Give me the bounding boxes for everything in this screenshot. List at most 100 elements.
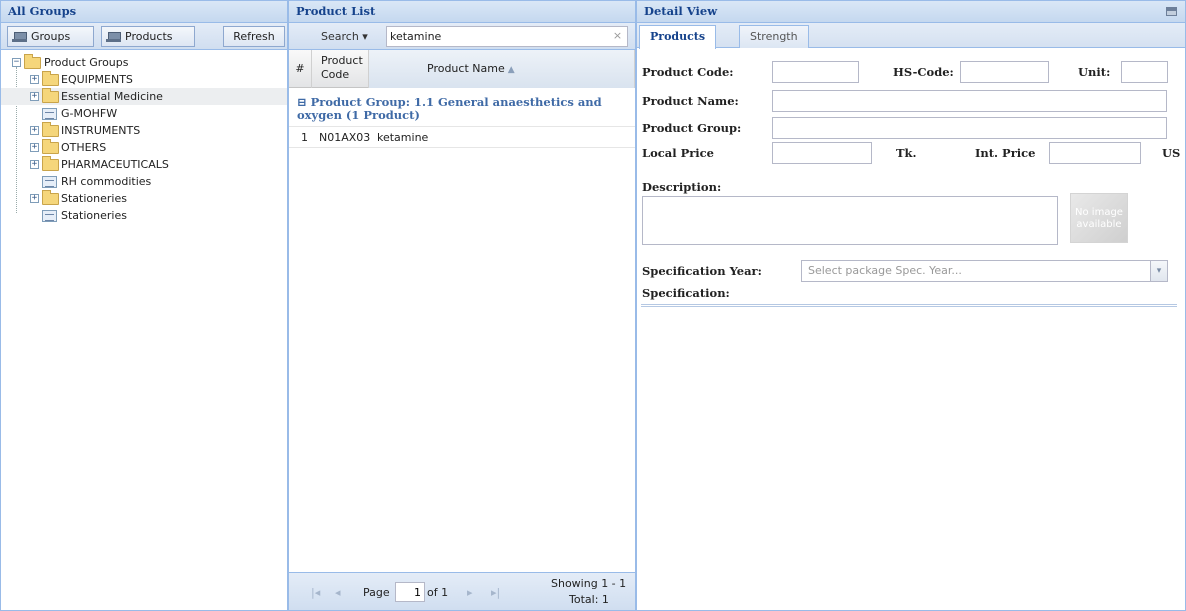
computer-icon bbox=[106, 32, 121, 42]
product-list-panel: Product List Search ▾ × # Product Code P… bbox=[288, 0, 636, 611]
tree-item-label: Stationeries bbox=[61, 209, 127, 222]
us-label: US bbox=[1162, 146, 1181, 160]
col-header-num[interactable]: # bbox=[289, 50, 312, 88]
description-textarea[interactable] bbox=[642, 196, 1058, 245]
folder-icon bbox=[42, 88, 59, 103]
specification-editor[interactable] bbox=[641, 304, 1177, 604]
expand-icon[interactable]: + bbox=[30, 160, 39, 169]
product-grid-header: # Product Code Product Name ▲ bbox=[289, 50, 635, 88]
product-group-field[interactable] bbox=[772, 117, 1167, 139]
detail-tabs: Products Strength bbox=[637, 23, 1185, 49]
int-price-label: Int. Price bbox=[975, 146, 1036, 160]
local-price-label: Local Price bbox=[642, 146, 714, 160]
next-page-icon[interactable]: ▸ bbox=[467, 586, 473, 599]
product-name-field[interactable] bbox=[772, 90, 1167, 112]
refresh-button[interactable]: Refresh bbox=[223, 26, 285, 47]
hs-code-label: HS-Code: bbox=[893, 65, 954, 79]
product-code-field[interactable] bbox=[772, 61, 859, 83]
tree-item-label: RH commodities bbox=[61, 175, 152, 188]
page-label: Page bbox=[363, 586, 390, 599]
products-button[interactable]: Products bbox=[101, 26, 195, 47]
minimize-icon[interactable] bbox=[1166, 7, 1177, 16]
col-header-product-code[interactable]: Product Code bbox=[312, 50, 369, 88]
page-number-input[interactable] bbox=[395, 582, 425, 602]
groups-toolbar: Groups Products Refresh bbox=[1, 23, 287, 50]
product-name-label: Product Name: bbox=[642, 94, 739, 108]
computer-icon bbox=[12, 32, 27, 42]
unit-label: Unit: bbox=[1078, 65, 1111, 79]
sort-ascending-icon: ▲ bbox=[507, 65, 515, 75]
tree-root[interactable]: − Product Groups bbox=[1, 54, 287, 71]
tree-item-stationeries-leaf[interactable]: Stationeries bbox=[1, 207, 287, 224]
search-toolbar: Search ▾ × bbox=[289, 23, 635, 50]
leaf-node-icon bbox=[42, 108, 57, 120]
product-groups-tree: − Product Groups + EQUIPMENTS + Essentia… bbox=[1, 50, 287, 224]
tree-item-label: EQUIPMENTS bbox=[61, 73, 133, 86]
tree-item-label: PHARMACEUTICALS bbox=[61, 158, 169, 171]
first-page-icon[interactable]: |◂ bbox=[311, 586, 320, 599]
expand-icon[interactable]: + bbox=[30, 75, 39, 84]
row-product-name: ketamine bbox=[377, 131, 429, 144]
expand-icon[interactable]: + bbox=[30, 143, 39, 152]
unit-field[interactable] bbox=[1121, 61, 1168, 83]
collapse-icon[interactable]: − bbox=[12, 58, 21, 67]
product-list-title: Product List bbox=[289, 1, 635, 23]
tree-item-pharmaceuticals[interactable]: + PHARMACEUTICALS bbox=[1, 156, 287, 173]
table-row[interactable]: 1 N01AX03 ketamine bbox=[289, 126, 635, 148]
page-of-label: of 1 bbox=[427, 586, 449, 599]
hs-code-field[interactable] bbox=[960, 61, 1049, 83]
folder-open-icon bbox=[24, 54, 41, 69]
prev-page-icon[interactable]: ◂ bbox=[335, 586, 341, 599]
leaf-node-icon bbox=[42, 210, 57, 222]
folder-icon bbox=[42, 190, 59, 205]
col-header-product-name[interactable]: Product Name ▲ bbox=[369, 50, 635, 88]
groups-button-label: Groups bbox=[31, 30, 71, 43]
no-image-placeholder: No image available bbox=[1070, 193, 1128, 243]
spec-year-select[interactable]: Select package Spec. Year... ▾ bbox=[801, 260, 1168, 282]
tree-item-equipments[interactable]: + EQUIPMENTS bbox=[1, 71, 287, 88]
specification-label: Specification: bbox=[642, 286, 730, 300]
tree-root-label: Product Groups bbox=[44, 56, 129, 69]
tree-item-others[interactable]: + OTHERS bbox=[1, 139, 287, 156]
clear-search-icon[interactable]: × bbox=[610, 29, 625, 44]
search-input[interactable] bbox=[386, 26, 628, 47]
product-code-label: Product Code: bbox=[642, 65, 734, 79]
product-group-label: Product Group: bbox=[642, 121, 742, 135]
all-groups-panel: All Groups Groups Products Refresh − Pro… bbox=[0, 0, 288, 611]
tree-item-essential-medicine[interactable]: + Essential Medicine bbox=[1, 88, 287, 105]
folder-icon bbox=[42, 156, 59, 171]
tab-strength[interactable]: Strength bbox=[739, 25, 809, 48]
tab-products[interactable]: Products bbox=[639, 25, 717, 49]
tree-item-instruments[interactable]: + INSTRUMENTS bbox=[1, 122, 287, 139]
detail-view-panel: Detail View Products Strength Product Co… bbox=[636, 0, 1186, 611]
spec-year-placeholder: Select package Spec. Year... bbox=[808, 264, 962, 277]
tree-item-label: INSTRUMENTS bbox=[61, 124, 141, 137]
tk-label: Tk. bbox=[896, 146, 917, 160]
search-menu-button[interactable]: Search ▾ bbox=[321, 30, 368, 43]
tree-item-label: Stationeries bbox=[61, 192, 127, 205]
product-group-header[interactable]: ⊟ Product Group: 1.1 General anaesthetic… bbox=[289, 88, 635, 126]
description-label: Description: bbox=[642, 180, 722, 194]
expand-icon[interactable]: + bbox=[30, 126, 39, 135]
tree-item-stationeries-folder[interactable]: + Stationeries bbox=[1, 190, 287, 207]
int-price-field[interactable] bbox=[1049, 142, 1141, 164]
products-button-label: Products bbox=[125, 30, 173, 43]
all-groups-title: All Groups bbox=[1, 1, 287, 23]
tree-item-g-mohfw[interactable]: G-MOHFW bbox=[1, 105, 287, 122]
showing-count: Showing 1 - 1 bbox=[551, 577, 627, 590]
chevron-down-icon[interactable]: ▾ bbox=[1150, 261, 1167, 281]
expand-icon[interactable]: + bbox=[30, 194, 39, 203]
folder-icon bbox=[42, 71, 59, 86]
groups-button[interactable]: Groups bbox=[7, 26, 94, 47]
local-price-field[interactable] bbox=[772, 142, 872, 164]
tree-item-label: OTHERS bbox=[61, 141, 107, 154]
folder-icon bbox=[42, 122, 59, 137]
leaf-node-icon bbox=[42, 176, 57, 188]
tree-item-label: Essential Medicine bbox=[61, 90, 163, 103]
tree-item-rh-commodities[interactable]: RH commodities bbox=[1, 173, 287, 190]
last-page-icon[interactable]: ▸| bbox=[491, 586, 500, 599]
expand-icon[interactable]: + bbox=[30, 92, 39, 101]
detail-view-title: Detail View bbox=[637, 1, 1185, 23]
tree-item-label: G-MOHFW bbox=[61, 107, 118, 120]
row-product-code: N01AX03 bbox=[319, 131, 371, 144]
